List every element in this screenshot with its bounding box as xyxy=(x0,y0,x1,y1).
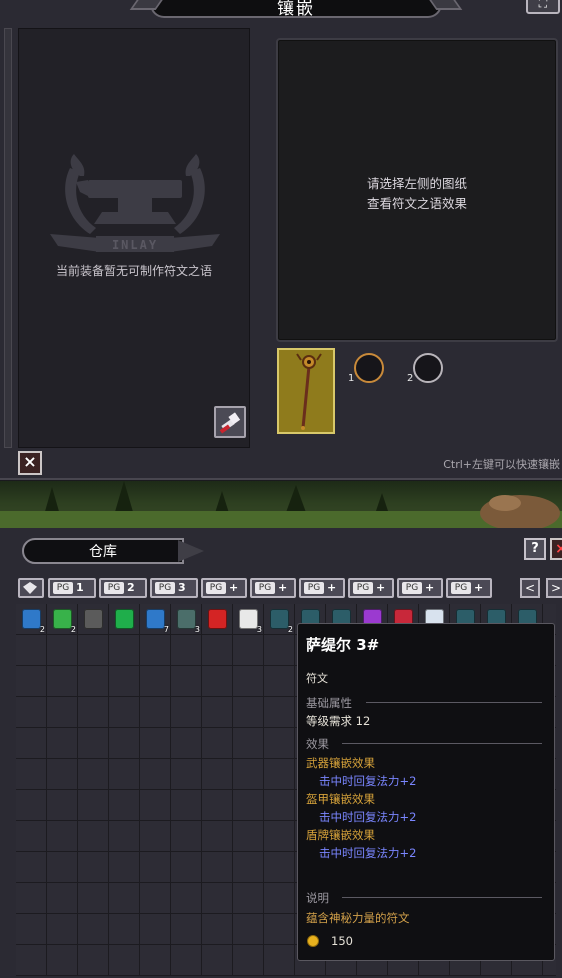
page-tab-icon: PG xyxy=(353,582,373,594)
item-type: 符文 xyxy=(306,672,328,685)
red-crystal-icon[interactable] xyxy=(203,605,232,633)
emblem-text: INLAY xyxy=(112,238,158,252)
page-tab-label: 2 xyxy=(127,581,135,594)
page-tab-label: + xyxy=(327,581,337,594)
page-tab-icon: PG xyxy=(451,582,471,594)
item-swatch xyxy=(53,609,72,629)
rune-socket-2[interactable] xyxy=(413,353,443,383)
item-quantity: 2 xyxy=(287,625,293,634)
weapon-effect-title: 武器镶嵌效果 xyxy=(306,756,375,770)
teal-rune-icon[interactable]: 2 xyxy=(265,605,294,634)
item-name: 萨缇尔 3# xyxy=(306,636,380,654)
page-next-button[interactable]: > xyxy=(546,578,562,598)
gray-pyramid-icon[interactable] xyxy=(79,605,108,633)
blue-rune-icon[interactable]: 7 xyxy=(141,605,170,634)
warehouse-page-tab[interactable]: PG + xyxy=(397,578,443,598)
armor-effect-value: 击中时回复法力+2 xyxy=(319,810,417,824)
item-quantity: 2 xyxy=(39,625,45,634)
gray-rune-icon[interactable]: 3 xyxy=(172,605,201,634)
warehouse-page-tab[interactable]: PG + xyxy=(201,578,247,598)
item-swatch xyxy=(177,609,196,629)
warehouse-page-tab[interactable]: PG + xyxy=(446,578,492,598)
page-tab-label: + xyxy=(474,581,484,594)
page-tab-icon: PG xyxy=(402,582,422,594)
page-tab-label: 3 xyxy=(178,581,186,594)
inlay-panel: 镶嵌 ⛶ INLAY 当前装备暂无可制作符文之语 × 请选择左侧的图纸 查看符文… xyxy=(0,0,562,480)
quick-inlay-hint: Ctrl+左键可以快速镶嵌 xyxy=(443,458,560,471)
green-crystal-icon[interactable] xyxy=(110,605,139,633)
item-swatch xyxy=(115,609,134,629)
item-swatch xyxy=(208,609,227,629)
divider xyxy=(342,897,542,898)
socket-2-label: 2 xyxy=(407,373,414,384)
item-swatch xyxy=(270,609,289,629)
page-tab-icon: PG xyxy=(255,582,275,594)
empty-recipe-message: 当前装备暂无可制作符文之语 xyxy=(55,264,212,278)
warehouse-page-tab[interactable]: PG 3 xyxy=(150,578,198,598)
page-tab-label: + xyxy=(425,581,435,594)
warehouse-page-tab[interactable]: PG + xyxy=(299,578,345,598)
expand-icon[interactable]: ⛶ xyxy=(526,0,560,14)
item-price: 150 xyxy=(331,934,353,948)
inlay-titlebar: 镶嵌 ⛶ xyxy=(0,0,562,22)
weapon-effect-value: 击中时回复法力+2 xyxy=(319,774,417,788)
page-tab-label: + xyxy=(376,581,386,594)
warehouse-page-tab[interactable]: PG + xyxy=(348,578,394,598)
item-swatch xyxy=(146,609,165,629)
warehouse-page-tab[interactable]: PG + xyxy=(250,578,296,598)
page-tab-label: + xyxy=(229,581,239,594)
preview-message-line1: 请选择左侧的图纸 xyxy=(366,176,467,191)
equipped-weapon-slot[interactable] xyxy=(277,348,335,434)
item-quantity: 3 xyxy=(256,625,262,634)
description-heading: 说明 xyxy=(306,891,329,905)
item-description: 蕴含神秘力量的符文 xyxy=(306,911,410,925)
forest-scene xyxy=(0,481,562,529)
item-quantity: 2 xyxy=(70,625,76,634)
green-herbs-icon[interactable]: 2 xyxy=(48,605,77,634)
page-tab-icon: PG xyxy=(104,582,124,594)
item-quantity: 7 xyxy=(163,625,169,634)
divider xyxy=(366,702,542,703)
close-inlay-button[interactable]: × xyxy=(18,451,42,475)
page-tab-icon: PG xyxy=(206,582,226,594)
preview-message: 请选择左侧的图纸 查看符文之语效果 xyxy=(276,174,558,214)
close-warehouse-button[interactable]: × xyxy=(550,538,562,560)
warehouse-page-tab[interactable]: PG 1 xyxy=(48,578,96,598)
blue-pyramid-icon[interactable]: 2 xyxy=(17,605,46,634)
anvil-emblem-icon: INLAY xyxy=(50,154,220,252)
game-world-background xyxy=(0,481,562,529)
page-tab-label: + xyxy=(278,581,288,594)
page-prev-button[interactable]: < xyxy=(520,578,540,598)
socket-1-label: 1 xyxy=(348,373,355,384)
item-swatch xyxy=(239,609,258,629)
inlay-title: 镶嵌 xyxy=(277,0,315,19)
base-attributes-heading: 基础属性 xyxy=(306,696,352,710)
shield-effect-value: 击中时回复法力+2 xyxy=(319,846,417,860)
preview-message-line2: 查看符文之语效果 xyxy=(366,196,467,211)
left-scrollbar[interactable] xyxy=(4,28,12,448)
warehouse-title: 仓库 xyxy=(89,544,117,560)
white-stones-icon[interactable]: 3 xyxy=(234,605,263,634)
hammer-icon xyxy=(219,412,241,434)
item-swatch xyxy=(84,609,103,629)
page-tab-icon: PG xyxy=(53,582,73,594)
level-requirement: 等级需求 12 xyxy=(306,714,371,728)
page-tab-icon: PG xyxy=(304,582,324,594)
diamond-icon xyxy=(23,582,37,594)
warehouse-page-tab[interactable]: PG 2 xyxy=(99,578,147,598)
craft-button[interactable] xyxy=(214,406,246,438)
staff-icon xyxy=(296,353,322,430)
divider xyxy=(342,743,542,744)
shield-effect-title: 盾牌镶嵌效果 xyxy=(306,828,375,842)
page-tab-icon: PG xyxy=(155,582,175,594)
item-quantity: 3 xyxy=(194,625,200,634)
item-swatch xyxy=(22,609,41,629)
effects-heading: 效果 xyxy=(306,737,329,751)
page-tab-label: 1 xyxy=(76,581,84,594)
rune-socket-1[interactable] xyxy=(354,353,384,383)
gold-coin-icon xyxy=(307,935,319,947)
help-button[interactable]: ? xyxy=(524,538,546,560)
armor-effect-title: 盔甲镶嵌效果 xyxy=(306,792,375,806)
storage-type-tab[interactable] xyxy=(18,578,44,598)
